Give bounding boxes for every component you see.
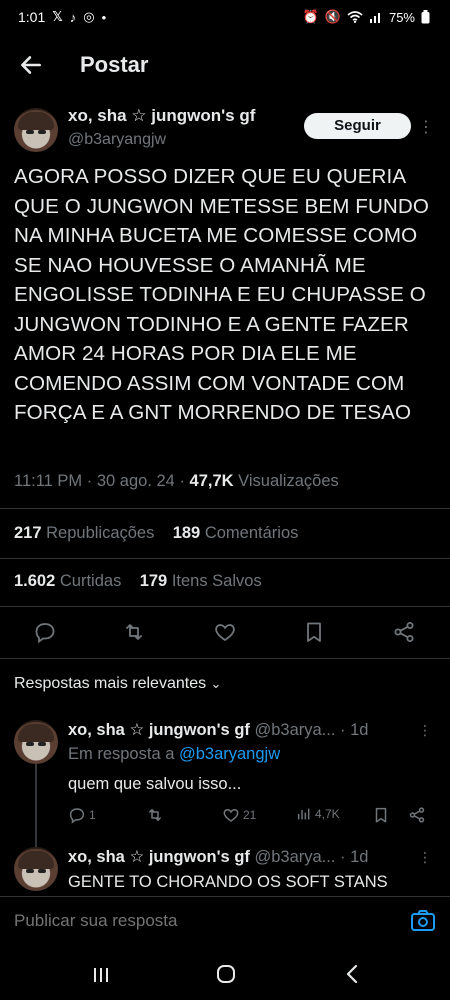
status-time: 1:01 bbox=[18, 9, 46, 25]
reply-share-button[interactable] bbox=[408, 806, 426, 824]
reply-author-name[interactable]: xo, sha ☆ jungwon's gf bbox=[68, 721, 250, 739]
chevron-down-icon: ⌄ bbox=[210, 676, 222, 691]
saves-label[interactable]: Itens Salvos bbox=[172, 572, 262, 590]
reply-icon bbox=[69, 808, 85, 824]
dot-icon: • bbox=[101, 9, 107, 25]
reply-age: · 1d bbox=[340, 848, 369, 866]
views-label[interactable]: Visualizações bbox=[238, 472, 339, 490]
tweet-date: 30 ago. 24 bbox=[96, 472, 175, 490]
reply-item[interactable]: xo, sha ☆ jungwon's gf @b3arya... · 1d ⋮… bbox=[0, 847, 450, 895]
share-icon[interactable] bbox=[392, 620, 416, 644]
avatar[interactable] bbox=[14, 108, 58, 152]
divider bbox=[0, 508, 450, 509]
avatar[interactable] bbox=[14, 847, 58, 891]
more-options-icon[interactable]: ⋮ bbox=[418, 849, 432, 866]
follow-button[interactable]: Seguir bbox=[304, 113, 411, 139]
views-count: 47,7K bbox=[189, 472, 234, 490]
reply-item[interactable]: xo, sha ☆ jungwon's gf @b3arya... · 1d ⋮… bbox=[0, 720, 450, 850]
alarm-icon: ⏰ bbox=[302, 9, 319, 24]
replies-sort-label: Respostas mais relevantes bbox=[14, 675, 207, 692]
reply-like-count: 21 bbox=[243, 808, 257, 822]
back-arrow-icon[interactable] bbox=[18, 52, 44, 78]
reply-text: quem que salvou isso... bbox=[68, 775, 242, 793]
in-reply-handle-link[interactable]: @b3aryangjw bbox=[179, 745, 280, 763]
reply-like-button[interactable]: 21 bbox=[222, 806, 256, 824]
reply-reply-button[interactable]: 1 bbox=[68, 806, 96, 824]
repost-comment-stats: 217 Republicações 189 Comentários bbox=[14, 524, 298, 543]
reply-author-handle[interactable]: @b3arya... bbox=[254, 721, 335, 739]
views-chart-icon bbox=[297, 808, 310, 820]
battery-percent: 75% bbox=[388, 9, 415, 25]
saves-count[interactable]: 179 bbox=[140, 572, 168, 590]
reply-compose-bar bbox=[0, 896, 450, 948]
divider bbox=[0, 558, 450, 559]
top-app-bar: Postar bbox=[0, 40, 450, 92]
status-bar: 1:01 𝕏 ♪ ◎ • ⏰ 🔇 75% bbox=[0, 0, 450, 34]
reposts-label[interactable]: Republicações bbox=[46, 524, 154, 542]
share-icon bbox=[409, 807, 425, 823]
repost-icon bbox=[149, 809, 161, 821]
camera-icon[interactable] bbox=[410, 909, 436, 933]
reply-bookmark-button[interactable] bbox=[372, 806, 390, 824]
tweet-time: 11:11 PM bbox=[14, 472, 83, 490]
wifi-icon bbox=[347, 11, 363, 23]
reply-views[interactable]: 4,7K bbox=[296, 806, 340, 822]
home-icon[interactable] bbox=[216, 964, 236, 984]
reply-action-bar: 1 21 4,7K bbox=[68, 806, 438, 830]
mute-icon: 🔇 bbox=[324, 9, 341, 24]
author-handle[interactable]: @b3aryangjw bbox=[68, 131, 166, 149]
reply-author-handle[interactable]: @b3arya... bbox=[254, 848, 335, 866]
bookmark-icon[interactable] bbox=[302, 620, 326, 644]
repost-icon[interactable] bbox=[122, 620, 146, 644]
tweet-author-row: xo, sha ☆ jungwon's gf @b3aryangjw Segui… bbox=[0, 100, 450, 160]
reply-icon[interactable] bbox=[33, 620, 57, 644]
reposts-count[interactable]: 217 bbox=[14, 524, 42, 542]
back-icon[interactable] bbox=[344, 964, 360, 984]
reply-repost-button[interactable] bbox=[146, 806, 164, 824]
more-options-icon[interactable]: ⋮ bbox=[418, 117, 434, 137]
like-heart-icon bbox=[223, 808, 239, 822]
author-display-name[interactable]: xo, sha ☆ jungwon's gf bbox=[68, 106, 255, 126]
tweet-action-bar bbox=[0, 618, 450, 648]
in-reply-prefix: Em resposta a bbox=[68, 745, 175, 763]
comments-count[interactable]: 189 bbox=[173, 524, 201, 542]
avatar[interactable] bbox=[14, 720, 58, 764]
tweet-text: AGORA POSSO DIZER QUE EU QUERIA QUE O JU… bbox=[14, 165, 429, 424]
reply-age: · 1d bbox=[340, 721, 369, 739]
divider bbox=[0, 606, 450, 607]
more-options-icon[interactable]: ⋮ bbox=[418, 722, 432, 739]
likes-saves-stats: 1.602 Curtidas 179 Itens Salvos bbox=[14, 572, 262, 591]
likes-label[interactable]: Curtidas bbox=[60, 572, 121, 590]
page-title: Postar bbox=[80, 52, 149, 77]
x-icon: 𝕏 bbox=[52, 9, 63, 24]
replies-sort-dropdown[interactable]: Respostas mais relevantes ⌄ bbox=[14, 675, 221, 693]
reply-input[interactable] bbox=[14, 911, 374, 931]
signal-icon bbox=[369, 13, 380, 23]
divider bbox=[0, 658, 450, 659]
reply-views-count: 4,7K bbox=[315, 807, 340, 821]
in-reply-to: Em resposta a @b3aryangjw bbox=[68, 745, 280, 764]
tiktok-icon: ♪ bbox=[69, 9, 77, 25]
like-heart-icon[interactable] bbox=[213, 620, 237, 644]
likes-count[interactable]: 1.602 bbox=[14, 572, 55, 590]
reply-author-row: xo, sha ☆ jungwon's gf @b3arya... · 1d bbox=[68, 720, 368, 740]
reply-text: GENTE TO CHORANDO OS SOFT STANS bbox=[68, 873, 388, 891]
recents-icon[interactable] bbox=[92, 966, 110, 984]
reply-reply-count: 1 bbox=[89, 808, 96, 822]
battery-icon bbox=[421, 10, 430, 24]
reply-author-name[interactable]: xo, sha ☆ jungwon's gf bbox=[68, 848, 250, 866]
system-nav-bar bbox=[0, 948, 450, 1000]
instagram-icon: ◎ bbox=[83, 9, 95, 24]
status-right: ⏰ 🔇 75% bbox=[303, 9, 430, 25]
tweet-meta: 11:11 PM · 30 ago. 24 · 47,7K Visualizaç… bbox=[14, 472, 339, 490]
bookmark-icon bbox=[375, 807, 387, 823]
comments-label[interactable]: Comentários bbox=[205, 524, 299, 542]
reply-author-row: xo, sha ☆ jungwon's gf @b3arya... · 1d bbox=[68, 847, 368, 867]
status-left: 1:01 𝕏 ♪ ◎ • bbox=[18, 9, 106, 25]
